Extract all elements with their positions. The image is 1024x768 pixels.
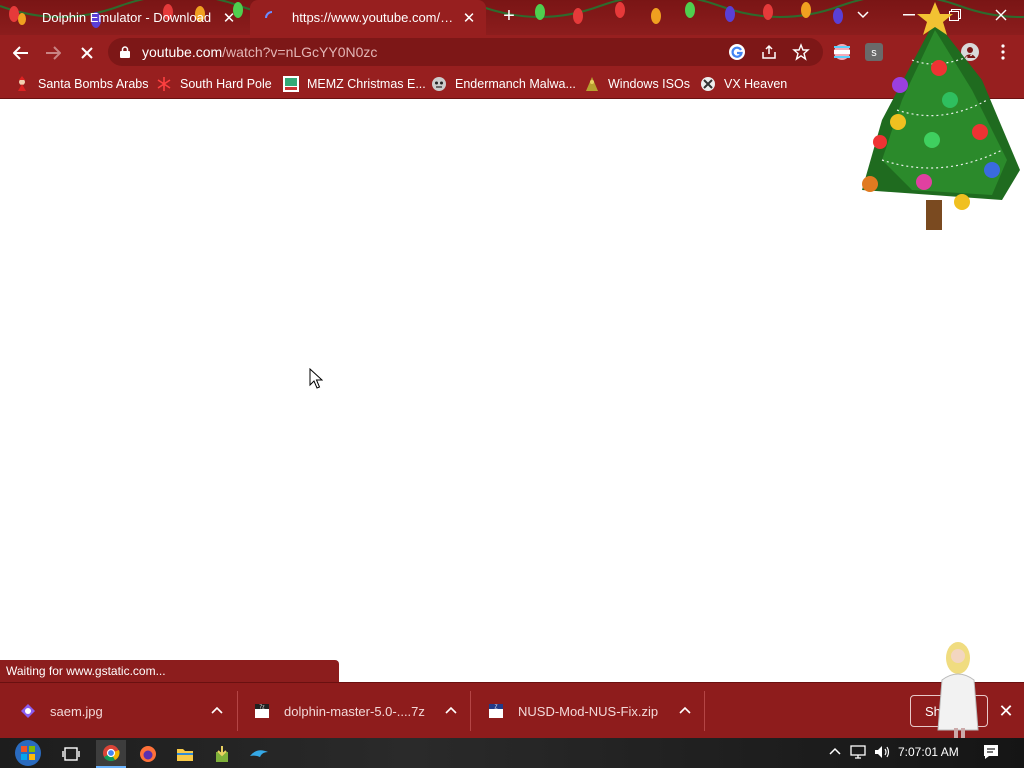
taskbar-app-installer[interactable] xyxy=(207,740,237,768)
bookmark-santa-bombs-arabs[interactable]: Santa Bombs Arabs xyxy=(14,76,148,92)
image-file-icon xyxy=(21,704,35,718)
chevron-up-icon[interactable] xyxy=(678,703,692,717)
bookmark-star-icon[interactable] xyxy=(792,43,810,61)
taskbar-firefox[interactable] xyxy=(133,740,163,768)
stop-x-icon xyxy=(81,47,93,59)
svg-text:7z: 7z xyxy=(259,704,265,710)
download-filename: dolphin-master-5.0-....7z xyxy=(284,703,425,719)
christmas-lights-favicon xyxy=(18,12,26,25)
forward-button[interactable] xyxy=(40,40,66,66)
screen: Dolphin Emulator - Download ✕ https://ww… xyxy=(0,0,1024,768)
bookmark-south-hard-pole[interactable]: South Hard Pole xyxy=(156,76,272,92)
taskbar-dolphin[interactable] xyxy=(244,740,274,768)
google-lens-icon[interactable] xyxy=(728,43,746,61)
tab-dolphin-emulator[interactable]: Dolphin Emulator - Download ✕ xyxy=(0,0,246,35)
url-text: youtube.com/watch?v=nLGcYY0N0zc xyxy=(142,44,377,60)
dolphin-icon xyxy=(250,750,268,757)
volume-icon[interactable] xyxy=(874,744,892,762)
start-button[interactable] xyxy=(10,738,46,768)
windows-taskbar: 7:07:01 AM xyxy=(0,738,1024,768)
memz-icon xyxy=(283,76,299,92)
bookmark-memz-christmas[interactable]: MEMZ Christmas E... xyxy=(283,76,426,92)
santa-icon xyxy=(18,76,26,91)
back-button[interactable] xyxy=(8,40,34,66)
action-center-icon[interactable] xyxy=(982,743,1000,761)
share-icon[interactable] xyxy=(760,43,778,61)
bookmark-label: Santa Bombs Arabs xyxy=(38,77,149,91)
chrome-icon xyxy=(103,745,120,762)
7z-archive-icon: 7z xyxy=(255,704,269,718)
chevron-up-icon[interactable] xyxy=(444,703,458,717)
download-item-saem[interactable]: saem.jpg xyxy=(20,683,236,739)
mouse-cursor-icon xyxy=(309,368,323,389)
download-item-nusd[interactable]: Z NUSD-Mod-NUS-Fix.zip xyxy=(488,683,704,739)
loading-spinner-icon xyxy=(265,10,273,18)
bookmark-vx-heaven[interactable]: VX Heaven xyxy=(700,76,787,92)
svg-text:Z: Z xyxy=(494,704,497,710)
tab-close-icon[interactable]: ✕ xyxy=(220,9,238,27)
back-arrow-icon xyxy=(13,46,28,60)
bookmark-label: VX Heaven xyxy=(724,77,788,91)
download-filename: saem.jpg xyxy=(50,703,103,719)
taskbar-file-explorer[interactable] xyxy=(170,740,200,768)
url-domain: youtube.com xyxy=(142,44,223,60)
close-download-shelf-icon[interactable]: ✕ xyxy=(996,701,1016,721)
taskbar-chrome[interactable] xyxy=(96,740,126,768)
bookmark-label: Endermanch Malwa... xyxy=(455,77,576,91)
installer-icon xyxy=(216,746,228,762)
zip-archive-icon: Z xyxy=(489,704,503,718)
tab-title: Dolphin Emulator - Download xyxy=(42,10,212,25)
status-bubble: Waiting for www.gstatic.com... xyxy=(0,660,339,682)
folder-icon xyxy=(177,749,193,761)
tab-youtube[interactable]: https://www.youtube.com/watch ✕ xyxy=(250,0,486,35)
firefox-icon xyxy=(140,746,156,762)
stop-loading-button[interactable] xyxy=(74,40,100,66)
task-view-icon xyxy=(62,747,80,761)
taskbar-clock[interactable]: 7:07:01 AM xyxy=(898,745,959,759)
lock-icon xyxy=(120,46,130,58)
bookmark-label: South Hard Pole xyxy=(180,77,272,91)
bookmark-label: Windows ISOs xyxy=(608,77,690,91)
new-tab-button[interactable]: + xyxy=(498,6,520,28)
tab-close-icon[interactable]: ✕ xyxy=(460,9,478,27)
christmas-tree-decoration xyxy=(862,2,1020,230)
tray-overflow-chevron-icon[interactable] xyxy=(826,744,844,762)
windows-orb-icon xyxy=(15,740,41,766)
bookmark-windows-isos[interactable]: Windows ISOs xyxy=(584,76,690,92)
vx-heaven-icon xyxy=(701,77,715,91)
snowflake-icon xyxy=(157,77,171,91)
download-filename: NUSD-Mod-NUS-Fix.zip xyxy=(518,703,659,719)
network-icon[interactable] xyxy=(850,744,868,762)
download-separator xyxy=(470,691,471,731)
task-view-button[interactable] xyxy=(56,740,86,768)
chevron-up-icon[interactable] xyxy=(210,703,224,717)
url-path: /watch?v=nLGcYY0N0zc xyxy=(222,44,378,60)
tab-title: https://www.youtube.com/watch xyxy=(292,10,460,25)
download-separator xyxy=(704,691,705,731)
address-bar[interactable]: youtube.com/watch?v=nLGcYY0N0zc xyxy=(108,38,823,66)
download-separator xyxy=(237,691,238,731)
forward-arrow-icon xyxy=(46,46,61,60)
bookmark-endermanch-malware[interactable]: Endermanch Malwa... xyxy=(431,76,576,92)
windows-isos-icon xyxy=(586,77,598,91)
endermanch-icon xyxy=(432,77,446,91)
bookmark-label: MEMZ Christmas E... xyxy=(307,77,426,91)
desktop-character-decoration xyxy=(937,642,979,738)
download-item-dolphin[interactable]: 7z dolphin-master-5.0-....7z xyxy=(254,683,470,739)
download-shelf: saem.jpg 7z dolphin-master-5.0-....7z Z … xyxy=(0,682,1024,738)
